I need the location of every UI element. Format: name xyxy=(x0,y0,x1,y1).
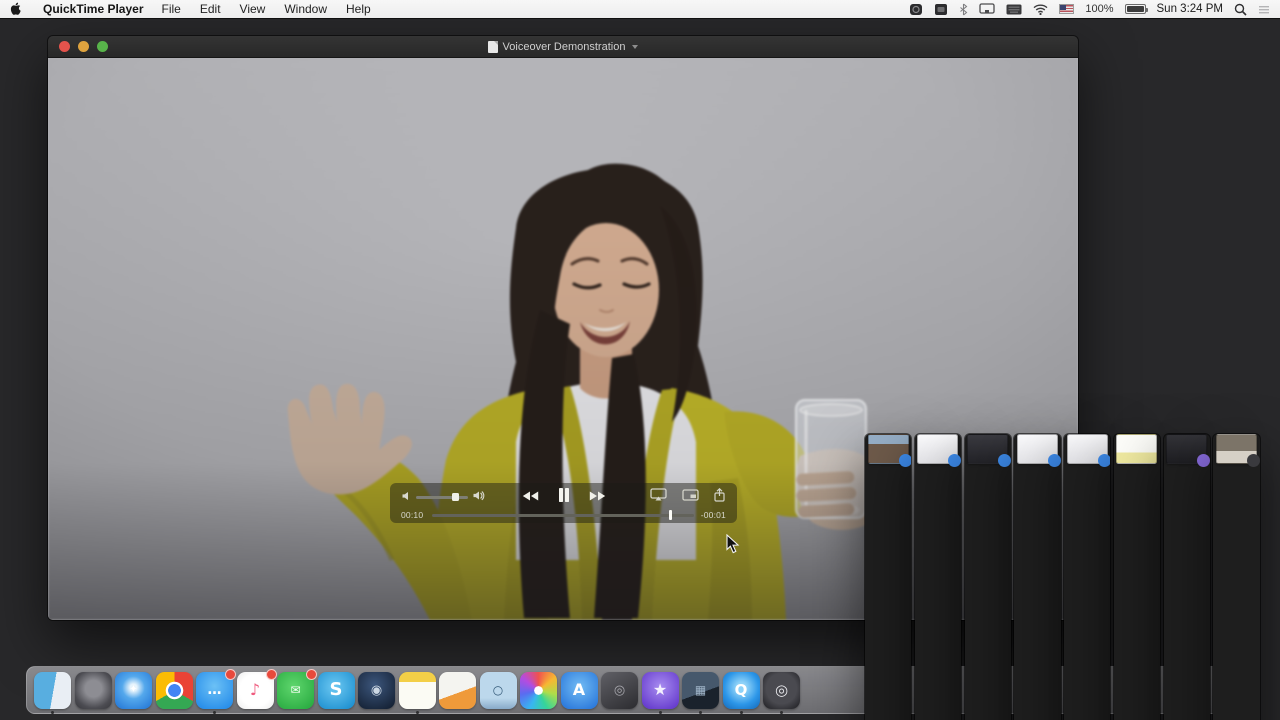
keyboard-input-icon[interactable] xyxy=(1006,4,1022,15)
steam-icon[interactable]: ◉ xyxy=(358,672,395,709)
photo-booth-icon[interactable]: ◎ xyxy=(601,672,638,709)
minimized-window-5-icon[interactable] xyxy=(1067,434,1108,464)
dock-imovie[interactable]: ★ xyxy=(642,672,679,709)
finder-icon[interactable] xyxy=(34,672,71,709)
chrome-icon[interactable] xyxy=(156,672,193,709)
skype-icon[interactable]: S xyxy=(318,672,355,709)
us-flag-input-icon[interactable] xyxy=(1059,4,1074,14)
dock: ✦…♪✉S◉○A◎★▦Q◎ xyxy=(26,666,1256,714)
dock-quicktime[interactable]: Q xyxy=(723,672,760,709)
dock-minimized-window-1[interactable] xyxy=(865,434,911,720)
minimized-window-1-icon[interactable] xyxy=(868,434,909,464)
desktop[interactable]: QuickTime Player File Edit View Window Help xyxy=(0,0,1280,720)
dock-launchpad[interactable] xyxy=(75,672,112,709)
dock-itunes[interactable]: ♪ xyxy=(237,672,274,709)
dock-minimized-window-5[interactable] xyxy=(1064,434,1110,720)
dock-items: ✦…♪✉S◉○A◎★▦Q◎ xyxy=(34,398,1248,720)
minimized-window-7-icon[interactable] xyxy=(1166,434,1207,464)
wechat-icon[interactable]: ✉ xyxy=(277,672,314,709)
minimized-window-3-icon[interactable] xyxy=(967,434,1008,464)
minimized-window-8-icon[interactable] xyxy=(1216,434,1257,464)
menu-edit[interactable]: Edit xyxy=(200,2,221,16)
dock-photo-booth[interactable]: ◎ xyxy=(601,672,638,709)
active-app-name[interactable]: QuickTime Player xyxy=(43,2,144,16)
minimized-window-6-icon[interactable] xyxy=(1116,434,1157,464)
dock-office-documents[interactable] xyxy=(439,672,476,709)
apple-menu-icon[interactable] xyxy=(10,2,23,17)
screen-recorder-menu-icon[interactable] xyxy=(934,3,948,16)
battery-percent: 100% xyxy=(1085,3,1113,15)
dock-wechat[interactable]: ✉ xyxy=(277,672,314,709)
notes-icon[interactable] xyxy=(399,672,436,709)
window-titlebar[interactable]: Voiceover Demonstration xyxy=(48,36,1078,58)
preview-icon[interactable]: ○ xyxy=(480,672,517,709)
dock-minimized-window-6[interactable] xyxy=(1114,434,1160,720)
zoom-button[interactable] xyxy=(97,41,108,52)
dock-obs[interactable]: ◎ xyxy=(763,672,800,709)
wifi-icon[interactable] xyxy=(1033,4,1048,15)
dock-skype[interactable]: S xyxy=(318,672,355,709)
final-cut-icon[interactable]: ▦ xyxy=(682,672,719,709)
notification-center-icon[interactable] xyxy=(1258,4,1270,15)
dock-safari[interactable]: ✦ xyxy=(115,672,152,709)
dock-minimized-window-3[interactable] xyxy=(965,434,1011,720)
bluetooth-icon[interactable] xyxy=(959,3,968,16)
quicktime-icon[interactable]: Q xyxy=(723,672,760,709)
dock-notes[interactable] xyxy=(399,672,436,709)
imovie-icon[interactable]: ★ xyxy=(642,672,679,709)
minimized-window-4-icon[interactable] xyxy=(1017,434,1058,464)
dock-chrome[interactable] xyxy=(156,672,193,709)
menu-file[interactable]: File xyxy=(162,2,181,16)
minimize-button[interactable] xyxy=(78,41,89,52)
menu-items: File Edit View Window Help xyxy=(162,2,371,16)
messages-icon[interactable]: … xyxy=(196,672,233,709)
safari-icon[interactable]: ✦ xyxy=(115,672,152,709)
dock-minimized-window-4[interactable] xyxy=(1014,434,1060,720)
dock-messages[interactable]: … xyxy=(196,672,233,709)
dock-steam[interactable]: ◉ xyxy=(358,672,395,709)
airplay-display-icon[interactable] xyxy=(979,3,995,15)
dock-final-cut[interactable]: ▦ xyxy=(682,672,719,709)
dock-app-store[interactable]: A xyxy=(561,672,598,709)
obs-icon[interactable]: ◎ xyxy=(763,672,800,709)
window-title: Voiceover Demonstration xyxy=(503,41,626,53)
mouse-cursor xyxy=(726,534,740,559)
dock-photos[interactable] xyxy=(520,672,557,709)
close-button[interactable] xyxy=(59,41,70,52)
battery-icon[interactable] xyxy=(1125,4,1146,14)
dock-minimized-window-7[interactable] xyxy=(1164,434,1210,720)
launchpad-icon[interactable] xyxy=(75,672,112,709)
office-documents-icon[interactable] xyxy=(439,672,476,709)
menu-clock[interactable]: Sun 3:24 PM xyxy=(1157,3,1223,15)
photos-icon[interactable] xyxy=(520,672,557,709)
document-icon xyxy=(488,41,498,53)
dock-finder[interactable] xyxy=(34,672,71,709)
dock-minimized-window-8[interactable] xyxy=(1213,434,1259,720)
menu-help[interactable]: Help xyxy=(346,2,371,16)
minimized-window-2-icon[interactable] xyxy=(917,434,958,464)
title-chevron-icon xyxy=(632,45,638,49)
menu-bar: QuickTime Player File Edit View Window Help xyxy=(0,0,1280,19)
menu-window[interactable]: Window xyxy=(284,2,327,16)
dock-preview[interactable]: ○ xyxy=(480,672,517,709)
obs-menu-icon[interactable] xyxy=(909,3,923,16)
itunes-icon[interactable]: ♪ xyxy=(237,672,274,709)
app-store-icon[interactable]: A xyxy=(561,672,598,709)
dock-minimized-window-2[interactable] xyxy=(915,434,961,720)
menu-view[interactable]: View xyxy=(240,2,266,16)
spotlight-icon[interactable] xyxy=(1234,3,1247,16)
